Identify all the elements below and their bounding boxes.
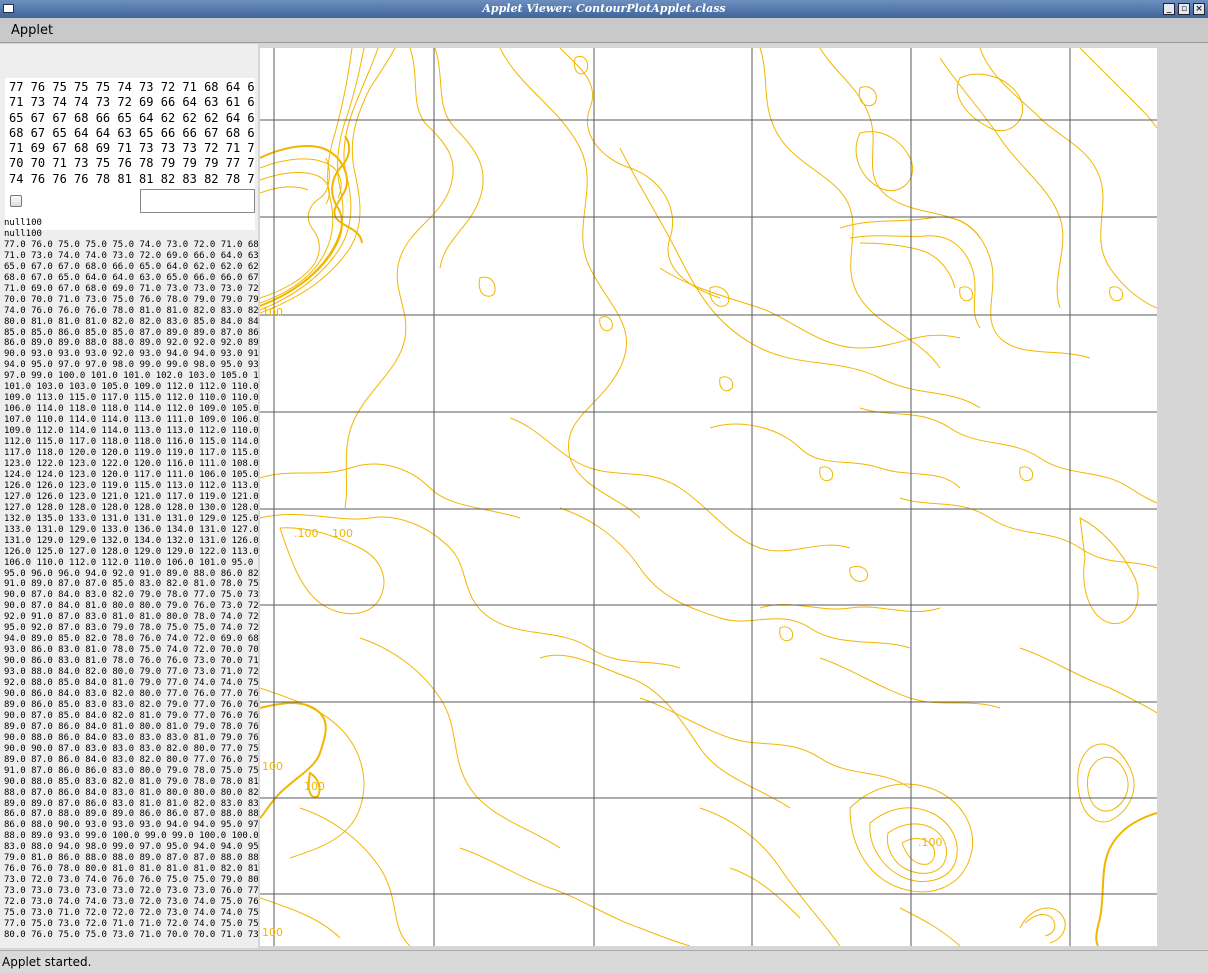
contour-line bbox=[1109, 286, 1124, 302]
contour-line bbox=[559, 48, 721, 299]
contour-line bbox=[869, 807, 958, 882]
data-text: null100 null100 77.0 76.0 75.0 75.0 75.0… bbox=[4, 218, 258, 940]
contour-line bbox=[434, 48, 484, 269]
contour-line bbox=[729, 867, 801, 919]
contour-line bbox=[819, 657, 1001, 709]
matrix-text: 77 76 75 75 75 74 73 72 71 68 64 63 6 71… bbox=[9, 80, 255, 186]
contour-line bbox=[260, 157, 330, 299]
minimize-icon[interactable]: _ bbox=[1163, 3, 1175, 15]
contour-line bbox=[699, 807, 841, 946]
contour-line bbox=[260, 463, 521, 519]
contour-label: 100 bbox=[304, 780, 325, 793]
contour-line bbox=[344, 48, 454, 509]
contour-line bbox=[779, 626, 794, 642]
contour-line bbox=[499, 48, 641, 519]
contour-line bbox=[819, 466, 834, 482]
contour-line bbox=[639, 697, 911, 789]
contour-line bbox=[719, 376, 734, 392]
contour-plot[interactable]: 100 .100 100 100 100 .100 100 bbox=[260, 48, 1157, 946]
contour-label: 100 bbox=[332, 527, 353, 540]
contour-line bbox=[1087, 756, 1129, 812]
contour-label: 100 bbox=[262, 306, 283, 319]
contour-line bbox=[1019, 647, 1157, 714]
contour-line bbox=[1079, 48, 1157, 129]
contour-label: 100 bbox=[262, 760, 283, 773]
contour-line bbox=[899, 907, 961, 946]
option-checkbox[interactable] bbox=[10, 195, 22, 207]
contour-line bbox=[839, 216, 1091, 359]
status-text: Applet started. bbox=[2, 955, 92, 969]
close-icon[interactable]: × bbox=[1193, 3, 1205, 15]
contour-line bbox=[819, 48, 981, 239]
contour-label: .100 bbox=[294, 527, 319, 540]
window-title: Applet Viewer: ContourPlotApplet.class bbox=[482, 2, 726, 15]
contour-line bbox=[459, 847, 691, 946]
data-text-area: null100 null100 77.0 76.0 75.0 75.0 75.0… bbox=[4, 218, 258, 948]
contour-line bbox=[859, 407, 1157, 504]
contour-line bbox=[1019, 907, 1066, 944]
menu-bar: Applet bbox=[0, 18, 1208, 43]
contour-line bbox=[858, 86, 877, 107]
contour-line bbox=[1019, 466, 1034, 482]
contour-line bbox=[979, 48, 1157, 309]
contour-line bbox=[1024, 914, 1056, 937]
contour-line bbox=[849, 235, 981, 329]
contour-line bbox=[260, 186, 309, 194]
contour-line bbox=[260, 513, 681, 669]
contour-line bbox=[959, 286, 974, 302]
contour-line bbox=[859, 242, 956, 289]
maximize-icon[interactable]: ▫ bbox=[1178, 3, 1190, 15]
value-input[interactable] bbox=[140, 189, 255, 213]
contour-line bbox=[279, 527, 385, 615]
contour-line bbox=[260, 48, 379, 311]
contour-plot-canvas: 100 .100 100 100 100 .100 100 bbox=[260, 48, 1157, 946]
contour-line bbox=[659, 267, 961, 349]
contour-line bbox=[1095, 812, 1157, 946]
contour-line bbox=[359, 637, 561, 849]
menu-applet[interactable]: Applet bbox=[11, 23, 53, 38]
contour-line bbox=[855, 131, 914, 192]
contour-label: 100 bbox=[262, 926, 283, 939]
contour-line bbox=[559, 507, 911, 649]
contour-line bbox=[260, 135, 351, 307]
contour-line bbox=[619, 147, 981, 409]
status-bar: Applet started. bbox=[0, 950, 1208, 973]
contour-line bbox=[509, 417, 851, 552]
contour-line bbox=[849, 565, 869, 582]
contour-line bbox=[956, 73, 1024, 132]
contour-line bbox=[1077, 743, 1135, 823]
title-bar: Applet Viewer: ContourPlotApplet.class _… bbox=[0, 0, 1208, 18]
contour-line bbox=[260, 687, 365, 859]
left-panel: 77 76 75 75 75 74 73 72 71 68 64 63 6 71… bbox=[0, 44, 258, 948]
contour-line bbox=[478, 276, 496, 297]
contour-line bbox=[759, 604, 941, 612]
contour-line bbox=[599, 316, 613, 332]
contour-line bbox=[299, 807, 411, 946]
contour-label: .100 bbox=[918, 836, 943, 849]
contour-line bbox=[709, 423, 961, 489]
contour-line bbox=[1079, 517, 1139, 625]
contour-line bbox=[709, 286, 730, 307]
